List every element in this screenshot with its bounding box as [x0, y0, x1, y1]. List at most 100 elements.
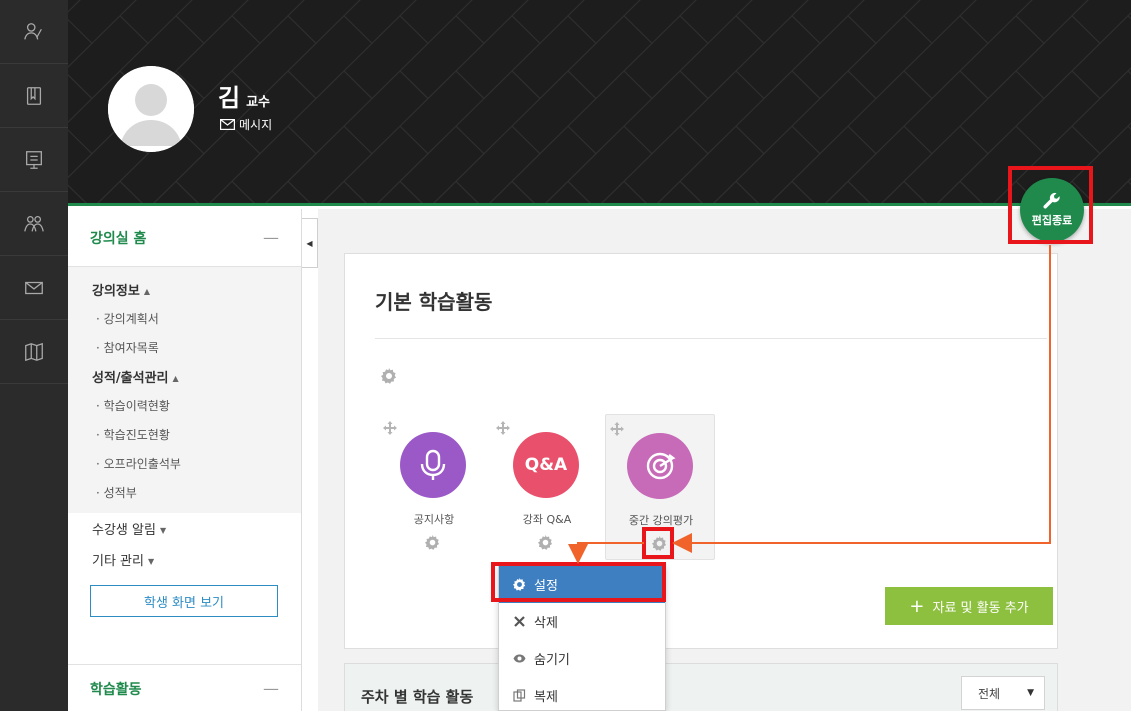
- main-content: 기본 학습활동 공지사항 Q&A 강좌 Q&A 중간 강의평가 + 자료 및 활…: [318, 209, 1131, 711]
- course-nav: 강의실 홈 — 강의정보 ▲ · 강의계획서 · 참여자목록 성적/출석관리 ▲ ·…: [68, 209, 302, 711]
- presentation-icon: [26, 150, 42, 169]
- nav-learning[interactable]: 학습활동 —: [68, 664, 301, 711]
- move-handle[interactable]: [496, 420, 510, 435]
- qna-icon: Q&A: [524, 455, 568, 475]
- activity-icon-circle[interactable]: [627, 433, 693, 499]
- nav-course-info-title[interactable]: 강의정보 ▲: [68, 275, 301, 304]
- nav-item-progress[interactable]: · 학습진도현황: [68, 420, 301, 449]
- target-icon: [646, 452, 676, 480]
- nav-grades-title[interactable]: 성적/출석관리 ▲: [68, 362, 301, 391]
- gear-icon: [513, 578, 526, 591]
- wrench-icon: [1043, 192, 1060, 209]
- nav-item-label: 학습이력현황: [103, 399, 170, 413]
- copy-icon: [513, 689, 526, 702]
- nav-course-info-label: 강의정보: [92, 284, 140, 299]
- rail-profile[interactable]: [0, 0, 68, 64]
- activity-qna[interactable]: Q&A 강좌 Q&A: [492, 414, 602, 560]
- nav-item-label: 참여자목록: [103, 341, 159, 355]
- caret-up-icon: ▲: [143, 287, 150, 296]
- menu-item-settings[interactable]: 설정: [499, 566, 665, 603]
- week-filter-value: 전체: [978, 686, 1001, 701]
- move-handle[interactable]: [383, 420, 397, 435]
- app-root: 김 교수 메시지 강의실 홈 — 강의정보 ▲ · 강의계획서 · 참여자목록 성…: [0, 0, 1131, 711]
- activity-label[interactable]: 중간 강의평가: [606, 512, 716, 528]
- activity-icon-circle[interactable]: Q&A: [513, 432, 579, 498]
- menu-item-delete[interactable]: 삭제: [499, 603, 665, 640]
- collapse-icon[interactable]: —: [263, 679, 279, 698]
- nav-student-alert-label: 수강생 알림: [92, 523, 156, 538]
- gear-icon[interactable]: [425, 535, 440, 550]
- course-header: 김 교수 메시지: [68, 0, 1131, 206]
- nav-group-course-info: 강의정보 ▲ · 강의계획서 · 참여자목록 성적/출석관리 ▲ · 학습이력현황 …: [68, 267, 301, 513]
- activity-label[interactable]: 강좌 Q&A: [492, 511, 602, 527]
- collapse-icon[interactable]: —: [263, 228, 279, 247]
- user-silhouette-icon: [108, 66, 194, 152]
- gear-icon[interactable]: [538, 535, 553, 550]
- section-gear-icon[interactable]: [381, 368, 397, 384]
- rail-community[interactable]: [0, 192, 68, 256]
- nav-item-participants[interactable]: · 참여자목록: [68, 333, 301, 362]
- activity-icon-circle[interactable]: [400, 432, 466, 498]
- move-handle[interactable]: [610, 421, 624, 436]
- message-link[interactable]: 메시지: [220, 116, 272, 133]
- move-icon: [496, 421, 510, 435]
- mail-icon: [25, 281, 43, 294]
- icon-rail: [0, 0, 68, 711]
- professor-name: 김 교수: [218, 78, 270, 113]
- nav-item-gradebook[interactable]: · 성적부: [68, 478, 301, 507]
- people-icon: [24, 215, 44, 231]
- map-icon: [25, 342, 43, 361]
- nav-item-label: 강의계획서: [103, 312, 159, 326]
- rail-board[interactable]: [0, 128, 68, 192]
- envelope-icon: [220, 119, 235, 130]
- nav-item-label: 오프라인출석부: [103, 457, 181, 471]
- nav-item-offline-attendance[interactable]: · 오프라인출석부: [68, 449, 301, 478]
- menu-item-label: 복제: [534, 690, 558, 705]
- nav-learning-label: 학습활동: [90, 681, 142, 698]
- user-profile-icon: [24, 22, 42, 39]
- divider: [375, 338, 1047, 339]
- caret-left-icon: ◀: [306, 238, 313, 248]
- sidebar-toggle[interactable]: ◀: [302, 218, 318, 268]
- add-activity-label: 자료 및 활동 추가: [932, 600, 1029, 616]
- menu-item-duplicate[interactable]: 복제: [499, 677, 665, 711]
- activity-midterm-eval[interactable]: 중간 강의평가: [605, 414, 715, 560]
- gear-icon[interactable]: [652, 536, 667, 551]
- week-filter-select[interactable]: 전체 ▼: [961, 676, 1045, 710]
- professor-name-text: 김: [218, 84, 241, 112]
- section-title: 기본 학습활동: [375, 290, 493, 314]
- nav-other-manage[interactable]: 기타 관리 ▼: [68, 544, 301, 575]
- menu-item-label: 설정: [534, 579, 558, 594]
- move-icon: [383, 421, 397, 435]
- nav-item-label: 성적부: [103, 486, 137, 500]
- edit-end-label: 편집종료: [1031, 214, 1073, 227]
- message-label: 메시지: [239, 118, 273, 132]
- nav-student-alert[interactable]: 수강생 알림 ▼: [68, 513, 301, 544]
- nav-item-learning-history[interactable]: · 학습이력현황: [68, 391, 301, 420]
- caret-down-icon: ▼: [147, 557, 155, 566]
- student-view-button[interactable]: 학생 화면 보기: [90, 585, 278, 617]
- rail-messages[interactable]: [0, 256, 68, 320]
- avatar: [108, 66, 194, 152]
- nav-home[interactable]: 강의실 홈 —: [68, 209, 301, 267]
- plus-icon: +: [909, 595, 925, 617]
- edit-end-button[interactable]: 편집종료: [1020, 178, 1084, 242]
- menu-item-label: 삭제: [534, 616, 558, 631]
- book-icon: [26, 86, 42, 105]
- add-activity-button[interactable]: + 자료 및 활동 추가: [885, 587, 1053, 625]
- professor-rank: 교수: [246, 95, 271, 110]
- menu-item-hide[interactable]: 숨기기: [499, 640, 665, 677]
- rail-courses[interactable]: [0, 64, 68, 128]
- move-icon: [610, 422, 624, 436]
- weekly-title: 주차 별 학습 활동: [361, 688, 474, 706]
- x-icon: [514, 616, 525, 627]
- nav-home-label: 강의실 홈: [90, 230, 147, 247]
- activity-label[interactable]: 공지사항: [379, 511, 489, 527]
- microphone-icon: [420, 449, 446, 480]
- nav-other-manage-label: 기타 관리: [92, 554, 144, 569]
- eye-icon: [513, 654, 526, 663]
- rail-map[interactable]: [0, 320, 68, 384]
- caret-up-icon: ▲: [172, 374, 179, 383]
- nav-item-syllabus[interactable]: · 강의계획서: [68, 304, 301, 333]
- activity-notice[interactable]: 공지사항: [379, 414, 489, 560]
